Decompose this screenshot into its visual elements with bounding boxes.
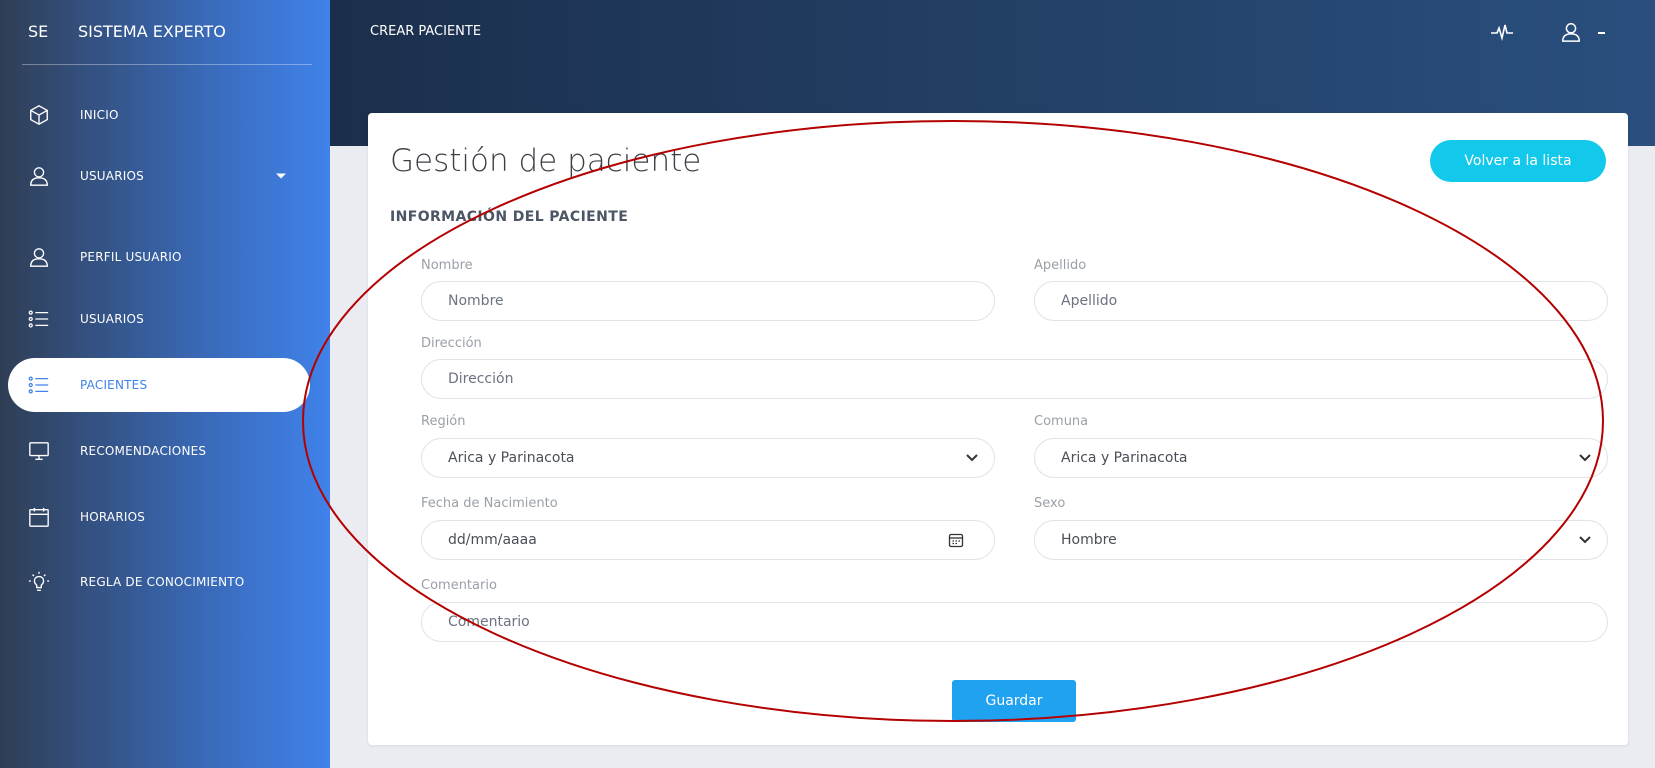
- sexo-value: Hombre: [1061, 532, 1117, 548]
- sidebar-item-regla-de-conocimiento[interactable]: REGLA DE CONOCIMIENTO: [8, 555, 310, 609]
- comuna-select[interactable]: Arica y Parinacota: [1034, 438, 1608, 478]
- sidebar-item-label: USUARIOS: [80, 169, 144, 183]
- apellido-input[interactable]: Apellido: [1034, 281, 1608, 321]
- nombre-label: Nombre: [421, 258, 473, 273]
- brand[interactable]: SE SISTEMA EXPERTO: [0, 0, 330, 64]
- sidebar-item-label: PACIENTES: [80, 378, 148, 392]
- sidebar-item-pacientes[interactable]: PACIENTES: [8, 358, 310, 412]
- sidebar-item-label: RECOMENDACIONES: [80, 444, 207, 458]
- sidebar: SE SISTEMA EXPERTO INICIO USUARIOS PERFI…: [0, 0, 330, 768]
- comuna-label: Comuna: [1034, 414, 1089, 429]
- comentario-label: Comentario: [421, 578, 497, 593]
- sidebar-item-label: HORARIOS: [80, 510, 146, 524]
- lightbulb-icon: [28, 571, 50, 591]
- card-title: Gestión de paciente: [390, 143, 702, 179]
- comuna-value: Arica y Parinacota: [1061, 450, 1188, 466]
- fecha-placeholder: dd/mm/aaaa: [448, 532, 537, 548]
- region-label: Región: [421, 414, 466, 429]
- sidebar-item-horarios[interactable]: HORARIOS: [8, 490, 310, 544]
- sidebar-item-label: REGLA DE CONOCIMIENTO: [80, 575, 245, 589]
- apellido-placeholder: Apellido: [1061, 293, 1118, 309]
- chevron-down-icon: [966, 454, 978, 462]
- chevron-down-icon: [1579, 454, 1591, 462]
- chevron-down-icon: [276, 173, 286, 179]
- apellido-label: Apellido: [1034, 258, 1087, 273]
- patient-form-card: Gestión de paciente Volver a la lista IN…: [368, 113, 1628, 745]
- sidebar-item-usuarios[interactable]: USUARIOS: [8, 292, 310, 346]
- calendar-icon[interactable]: [948, 532, 964, 548]
- user-icon: [30, 248, 48, 267]
- list-icon: [28, 310, 49, 328]
- back-to-list-button[interactable]: Volver a la lista: [1430, 140, 1606, 182]
- direccion-label: Dirección: [421, 336, 482, 351]
- region-select[interactable]: Arica y Parinacota: [421, 438, 995, 478]
- user-menu-caret[interactable]: [1598, 32, 1605, 34]
- sexo-label: Sexo: [1034, 496, 1066, 511]
- list-icon: [28, 376, 49, 394]
- box-icon: [30, 105, 48, 125]
- sidebar-item-recomendaciones[interactable]: RECOMENDACIONES: [8, 424, 310, 478]
- monitor-icon: [29, 442, 49, 460]
- brand-short: SE: [28, 22, 49, 41]
- sidebar-item-label: INICIO: [80, 108, 119, 122]
- direccion-placeholder: Dirección: [448, 371, 514, 387]
- page-heading: CREAR PACIENTE: [370, 24, 482, 39]
- calendar-icon: [29, 507, 49, 527]
- sexo-select[interactable]: Hombre: [1034, 520, 1608, 560]
- app-window: SE SISTEMA EXPERTO INICIO USUARIOS PERFI…: [0, 0, 1655, 768]
- pulse-icon[interactable]: [1490, 20, 1514, 44]
- nombre-input[interactable]: Nombre: [421, 281, 995, 321]
- save-button[interactable]: Guardar: [952, 680, 1076, 722]
- fecha-label: Fecha de Nacimiento: [421, 496, 558, 511]
- comentario-placeholder: Comentario: [448, 614, 530, 630]
- sidebar-item-label: PERFIL USUARIO: [80, 250, 182, 264]
- sidebar-item-perfil-usuario[interactable]: PERFIL USUARIO: [8, 230, 310, 284]
- fecha-nacimiento-input[interactable]: dd/mm/aaaa: [421, 520, 995, 560]
- user-icon: [30, 167, 48, 186]
- sidebar-divider: [22, 64, 312, 65]
- section-title: INFORMACIÓN DEL PACIENTE: [390, 209, 629, 225]
- comentario-input[interactable]: Comentario: [421, 602, 1608, 642]
- user-menu-icon[interactable]: [1560, 20, 1582, 44]
- brand-name: SISTEMA EXPERTO: [78, 22, 226, 41]
- region-value: Arica y Parinacota: [448, 450, 575, 466]
- chevron-down-icon: [1579, 536, 1591, 544]
- sidebar-item-label: USUARIOS: [80, 312, 144, 326]
- nombre-placeholder: Nombre: [448, 293, 504, 309]
- sidebar-item-inicio[interactable]: INICIO: [8, 88, 310, 142]
- direccion-input[interactable]: Dirección: [421, 359, 1608, 399]
- sidebar-item-usuarios-menu[interactable]: USUARIOS: [8, 149, 310, 203]
